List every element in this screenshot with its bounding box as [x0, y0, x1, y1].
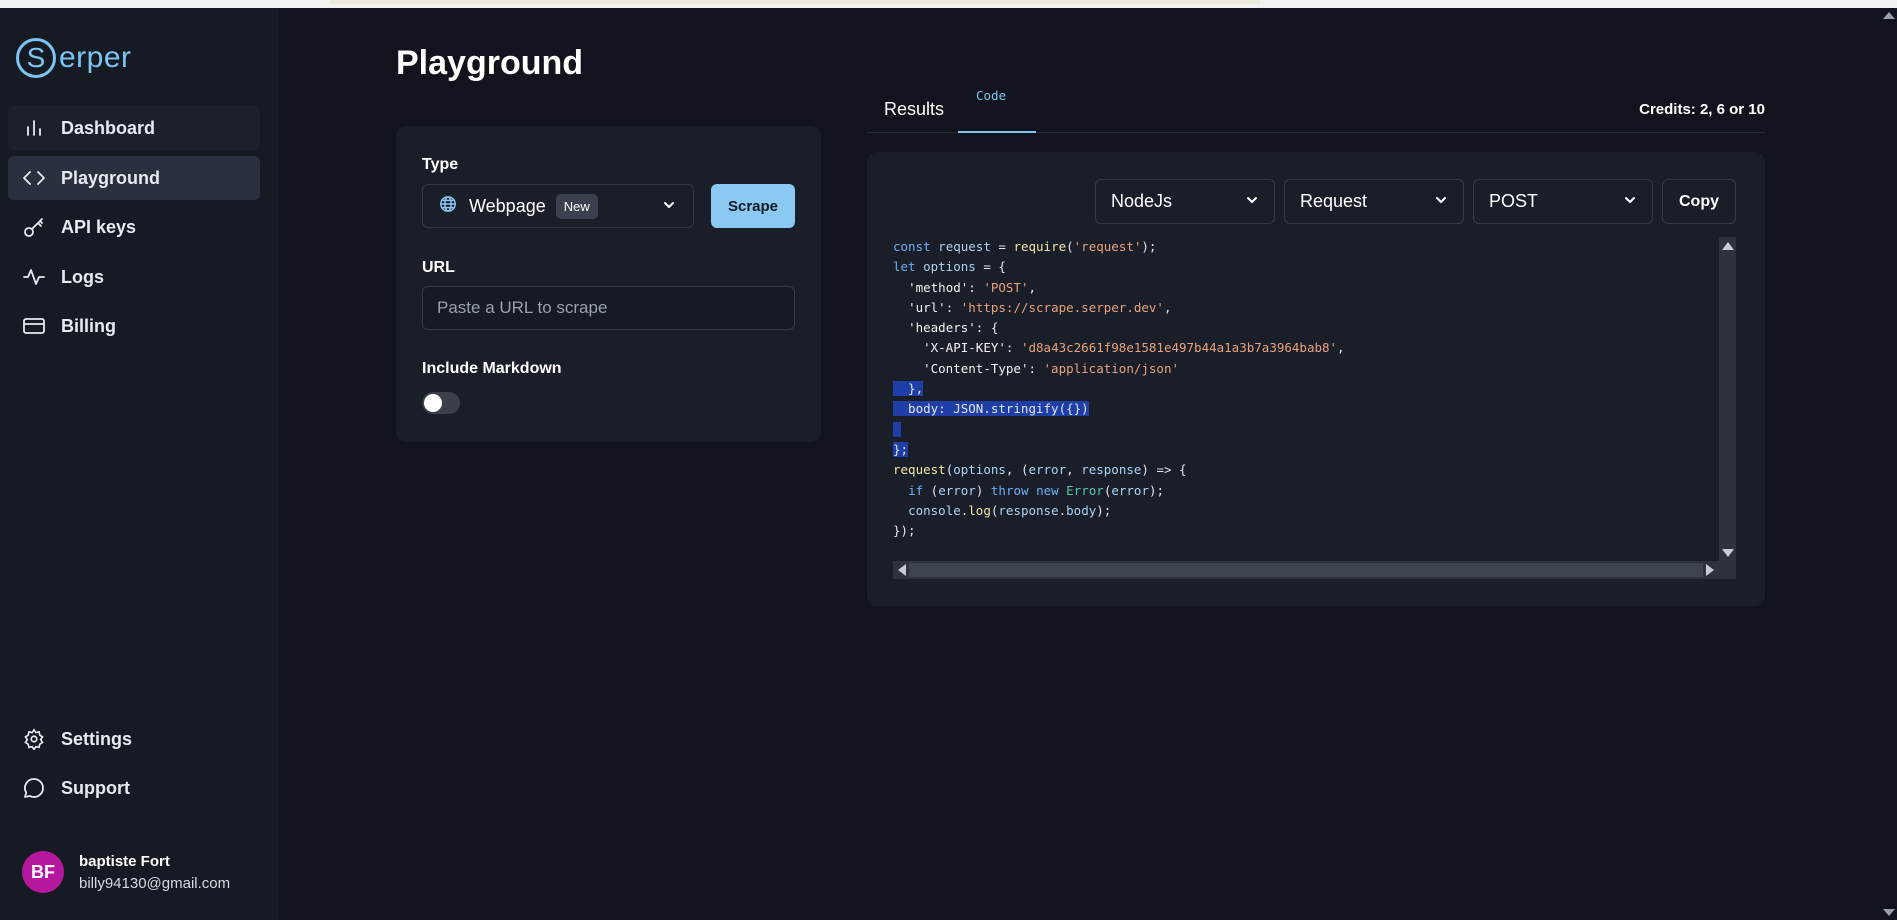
code-line: body: JSON.stringify({}): [893, 401, 1089, 417]
sidebar-item-label: Billing: [61, 315, 116, 336]
active-tab-indicator: [958, 131, 1036, 133]
sidebar-item-playground[interactable]: Playground: [8, 156, 260, 200]
library-select-value: Request: [1300, 191, 1368, 211]
code-line: 'method': 'POST',: [908, 279, 1037, 295]
scroll-up-arrow-icon[interactable]: [1883, 12, 1895, 19]
user-email: billy94130@gmail.com: [79, 874, 231, 892]
sidebar-item-billing[interactable]: Billing: [8, 304, 260, 348]
code-editor[interactable]: const request = require('request'); let …: [893, 237, 1736, 579]
scrollbar-thumb[interactable]: [909, 563, 1703, 577]
scrape-button[interactable]: Scrape: [711, 184, 795, 228]
tab-results[interactable]: Results: [884, 99, 944, 120]
code-line: });: [893, 523, 916, 539]
library-select[interactable]: Request: [1284, 179, 1464, 224]
sidebar-item-settings[interactable]: Settings: [8, 717, 260, 761]
scroll-down-arrow-icon[interactable]: [1722, 549, 1734, 557]
logo-circle: S: [16, 38, 56, 78]
code-line: const request = require('request');: [893, 239, 1157, 254]
chevron-down-icon: [1433, 192, 1449, 213]
result-tabs: Results Code Credits: 2, 6 or 10: [867, 88, 1765, 133]
page-scrollbar[interactable]: [1880, 8, 1897, 920]
scroll-right-arrow-icon[interactable]: [1706, 564, 1714, 576]
code-line: let options = {: [893, 259, 1006, 275]
browser-top-strip: [0, 0, 1897, 8]
copy-button[interactable]: Copy: [1662, 179, 1736, 224]
page-title: Playground: [396, 44, 584, 82]
sidebar-item-label: Logs: [61, 266, 104, 287]
language-select[interactable]: NodeJs: [1095, 179, 1275, 224]
url-input[interactable]: [422, 286, 795, 330]
globe-icon: [439, 195, 457, 218]
sidebar-item-logs[interactable]: Logs: [8, 255, 260, 299]
user-profile[interactable]: BF baptiste Fort billy94130@gmail.com: [22, 851, 230, 893]
method-select[interactable]: POST: [1473, 179, 1653, 224]
new-badge: New: [555, 193, 598, 219]
sidebar-item-label: API keys: [61, 216, 137, 237]
code-horizontal-scrollbar[interactable]: [893, 561, 1736, 579]
chat-bubble-icon: [22, 776, 46, 800]
code-line: };: [893, 441, 909, 457]
code-line: 'Content-Type': 'application/json': [923, 360, 1179, 376]
method-select-value: POST: [1489, 191, 1539, 211]
code-line: [893, 420, 1719, 440]
sidebar-item-label: Settings: [61, 728, 133, 749]
gear-icon: [22, 727, 46, 751]
sidebar: S erper Dashboard Playground API keys Lo…: [0, 8, 278, 920]
sidebar-item-support[interactable]: Support: [8, 766, 260, 810]
sidebar-item-label: Playground: [61, 167, 161, 188]
sidebar-item-api-keys[interactable]: API keys: [8, 205, 260, 249]
scroll-left-arrow-icon[interactable]: [898, 564, 906, 576]
serper-logo[interactable]: S erper: [16, 36, 132, 80]
language-select-value: NodeJs: [1111, 191, 1173, 211]
avatar: BF: [22, 851, 64, 893]
code-line: console.log(response.body);: [908, 502, 1112, 518]
scroll-up-arrow-icon[interactable]: [1722, 242, 1734, 250]
chevron-down-icon: [1244, 192, 1260, 213]
code-vertical-scrollbar[interactable]: [1719, 237, 1736, 561]
url-label: URL: [422, 259, 455, 276]
type-select[interactable]: Webpage New: [422, 184, 694, 228]
credits-info: Credits: 2, 6 or 10: [1639, 101, 1765, 118]
code-line: if (error) throw new Error(error);: [908, 482, 1165, 498]
include-markdown-label: Include Markdown: [422, 360, 562, 377]
code-line: 'url': 'https://scrape.serper.dev',: [908, 299, 1172, 315]
activity-icon: [22, 265, 46, 289]
sidebar-item-label: Support: [61, 777, 130, 798]
scrape-form-card: Type Webpage New Scrape URL Include Mark…: [396, 126, 821, 442]
bar-chart-icon: [22, 116, 46, 140]
logo-wordmark: erper: [59, 41, 132, 74]
type-select-value: Webpage: [469, 195, 546, 216]
code-line: },: [893, 381, 924, 397]
sidebar-item-dashboard[interactable]: Dashboard: [8, 106, 260, 150]
code-snippet[interactable]: const request = require('request'); let …: [893, 237, 1719, 561]
type-label: Type: [422, 156, 459, 173]
code-line: request(options, (error, response) => {: [893, 462, 1187, 478]
sidebar-item-label: Dashboard: [61, 117, 156, 138]
user-name: baptiste Fort: [79, 852, 170, 870]
code-card: NodeJs Request POST Copy const request =…: [867, 152, 1765, 606]
code-line: 'X-API-KEY': 'd8a43c2661f98e1581e497b44a…: [923, 340, 1345, 356]
scroll-down-arrow-icon[interactable]: [1883, 909, 1895, 916]
chevron-down-icon: [1622, 192, 1638, 213]
key-icon: [22, 215, 46, 239]
chevron-down-icon: [661, 197, 677, 218]
code-icon: [22, 166, 46, 190]
credit-card-icon: [22, 314, 46, 338]
include-markdown-toggle[interactable]: [422, 392, 460, 414]
code-line: 'headers': {: [908, 320, 999, 336]
